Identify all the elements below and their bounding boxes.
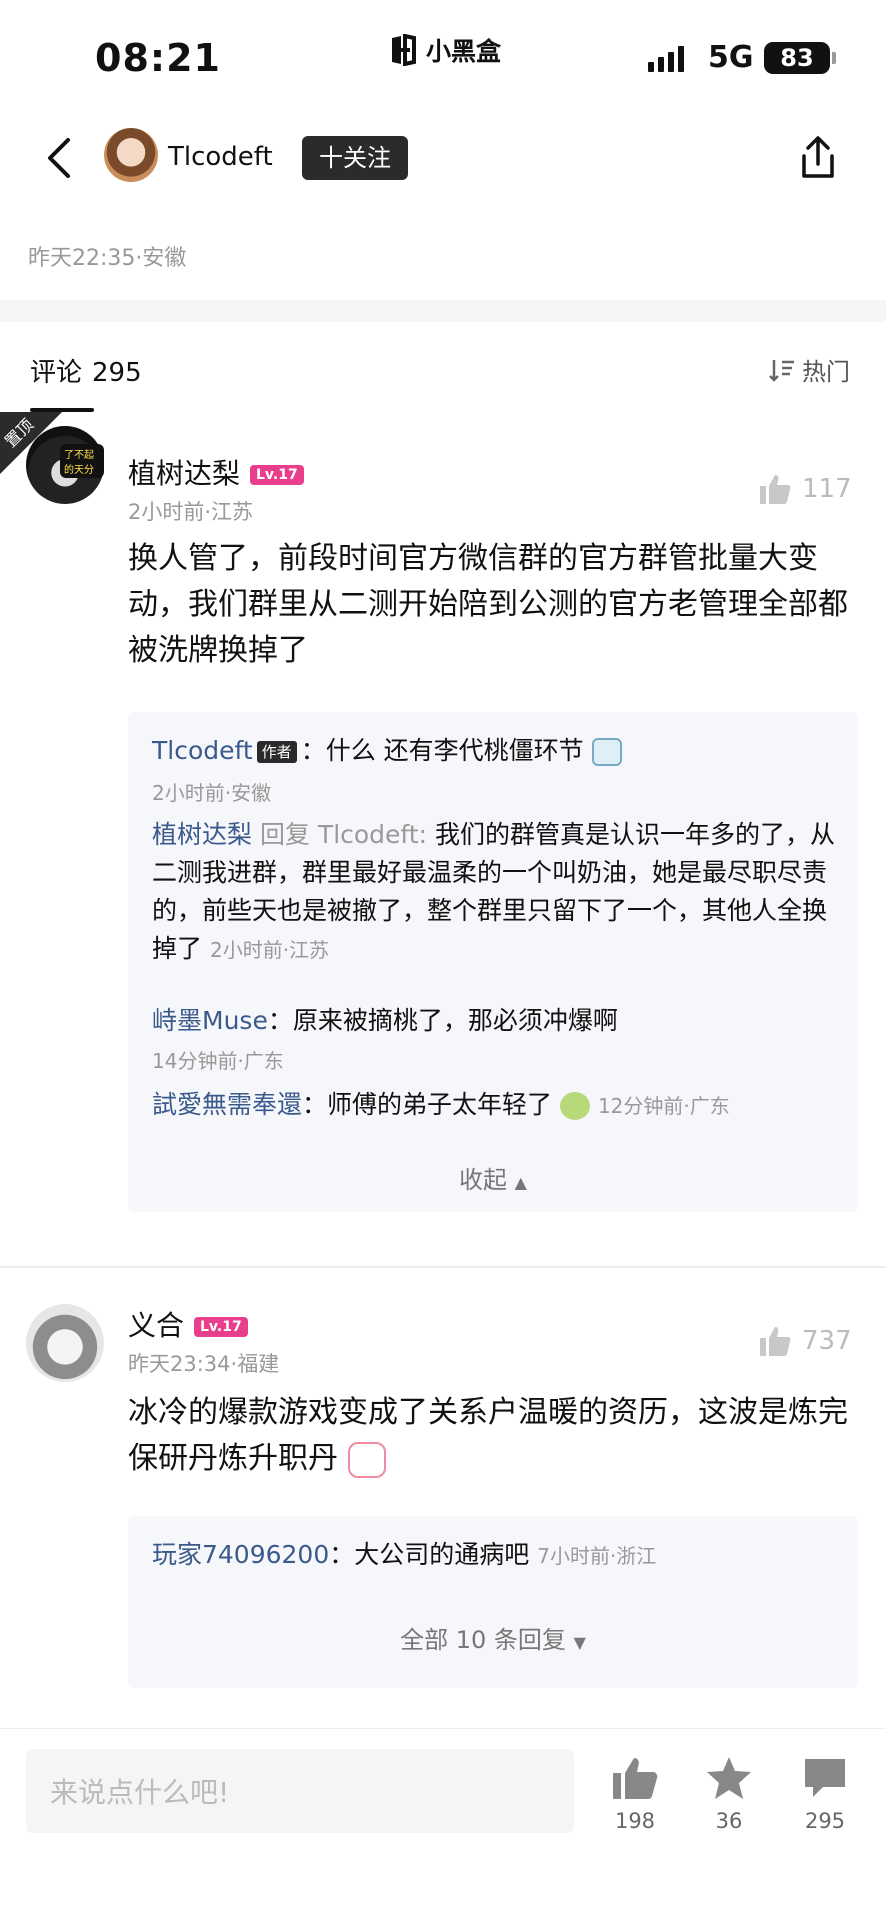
comment-button[interactable]: 295	[790, 1755, 860, 1833]
like-button[interactable]: 198	[600, 1755, 670, 1833]
follow-button[interactable]: 十关注	[302, 136, 408, 180]
comment-bubble-icon	[805, 1759, 845, 1797]
comment-body: 冰冷的爆款游戏变成了关系户温暖的资历，这波是炼完保研丹炼升职丹	[128, 1390, 858, 1482]
comment-body-text: 冰冷的爆款游戏变成了关系户温暖的资历，这波是炼完保研丹炼升职丹	[128, 1395, 848, 1476]
level-badge: Lv.17	[250, 465, 304, 485]
comment-meta: 2小时前·江苏	[128, 500, 254, 524]
author-avatar[interactable]	[104, 128, 158, 182]
reply-item[interactable]: 玩家74096200：大公司的通病吧 7小时前·浙江	[152, 1536, 838, 1575]
reply-meta: 2小时前·江苏	[209, 938, 330, 962]
brand-name: 小黑盒	[426, 37, 502, 66]
comment-item: 义合 Lv.17 昨天23:34·福建 737 冰冷的爆款游戏变成了关系户温暖的资…	[0, 1290, 886, 1710]
comments-count: 295	[92, 358, 142, 388]
reply-author[interactable]: 植树达梨	[152, 820, 252, 849]
comment-item: 置顶 了不起的天分 植树达梨 Lv.17 2小时前·江苏 117 换人管了，前段时…	[0, 412, 886, 1232]
comment-separator	[0, 1266, 886, 1268]
comment-input[interactable]: 来说点什么吧!	[26, 1749, 574, 1833]
reply-item[interactable]: 峙墨Muse：原来被摘桃了，那必须冲爆啊	[152, 1002, 838, 1040]
thumb-up-icon	[760, 475, 791, 504]
share-icon[interactable]	[796, 134, 840, 182]
more-replies-button[interactable]: 全部 10 条回复 ▼	[128, 1620, 858, 1655]
back-icon[interactable]	[40, 136, 80, 180]
emoji-icon	[347, 1441, 386, 1478]
reply-author[interactable]: Tlcodeft	[152, 736, 253, 765]
comments-title-label: 评论	[30, 358, 83, 388]
reply-box: 玩家74096200：大公司的通病吧 7小时前·浙江 全部 10 条回复 ▼	[128, 1516, 858, 1688]
brand-logo-icon	[392, 34, 416, 66]
reply-author[interactable]: 試愛無需奉還	[152, 1090, 302, 1119]
network-label: 5G	[708, 40, 754, 75]
status-bar: 08:21 小黑盒 5G 83	[0, 0, 886, 110]
comment-like-button[interactable]: 737	[758, 1324, 852, 1358]
comment-body: 换人管了，前段时间官方微信群的官方群管批量大变动，我们群里从二测开始陪到公测的官…	[128, 541, 848, 668]
reply-text: ：什么 还有李代桃僵环节	[300, 736, 584, 765]
sort-button[interactable]: 热门	[768, 352, 850, 387]
reply-meta: 2小时前·安徽	[152, 781, 272, 805]
reply-author[interactable]: 玩家74096200	[152, 1540, 329, 1569]
reply-item[interactable]: 植树达梨 回复 Tlcodeft: 我们的群管真是认识一年多的了，从二测我进群，…	[152, 816, 838, 969]
reply-meta: 14分钟前·广东	[152, 1049, 284, 1073]
collapse-label: 收起	[459, 1166, 508, 1194]
reply-box: Tlcodeft 作者 ：什么 还有李代桃僵环节 2小时前·安徽 植树达梨 回复 T…	[128, 712, 858, 1212]
author-tag: 作者	[256, 741, 297, 763]
comment-meta: 昨天23:34·福建	[128, 1352, 280, 1376]
level-badge: Lv.17	[194, 1317, 248, 1337]
emoji-icon	[591, 738, 622, 766]
avatar-tag: 了不起的天分	[60, 444, 104, 478]
bottom-bar: 来说点什么吧! 198 36 295	[0, 1728, 886, 1920]
author-name[interactable]: Tlcodeft	[168, 142, 273, 172]
more-replies-label: 全部 10 条回复	[400, 1626, 566, 1654]
collapse-button[interactable]: 收起 ▲	[128, 1160, 858, 1195]
post-header: Tlcodeft 十关注	[0, 118, 886, 200]
reply-text: ：大公司的通病吧	[329, 1540, 530, 1569]
star-count: 36	[715, 1809, 743, 1833]
signal-icon	[648, 46, 684, 72]
reply-target[interactable]: Tlcodeft:	[318, 820, 427, 849]
comments-title[interactable]: 评论 295	[30, 352, 142, 389]
status-time: 08:21	[95, 36, 221, 80]
comment-count: 295	[804, 1809, 846, 1833]
reply-meta: 7小时前·浙江	[537, 1544, 657, 1568]
emoji-icon	[559, 1092, 590, 1120]
commenter-avatar[interactable]	[26, 1304, 104, 1382]
commenter-name-text: 义合	[128, 1309, 185, 1342]
reply-item[interactable]: Tlcodeft 作者 ：什么 还有李代桃僵环节	[152, 732, 838, 770]
caret-up-icon: ▲	[514, 1173, 527, 1192]
caret-down-icon: ▼	[573, 1633, 586, 1652]
post-meta: 昨天22:35·安徽	[28, 246, 187, 271]
reply-text: ：师傅的弟子太年轻了	[302, 1090, 553, 1119]
like-count: 737	[802, 1326, 852, 1356]
thumb-up-icon	[613, 1758, 658, 1799]
commenter-avatar[interactable]: 了不起的天分	[26, 426, 104, 504]
like-count: 198	[614, 1809, 656, 1833]
reply-item[interactable]: 試愛無需奉還：师傅的弟子太年轻了 12分钟前·广东	[152, 1086, 838, 1125]
comments-header: 评论 295 热门	[0, 322, 886, 412]
brand: 小黑盒	[388, 32, 501, 68]
commenter-name[interactable]: 植树达梨 Lv.17	[128, 452, 304, 492]
sort-icon	[769, 359, 794, 382]
commenter-name[interactable]: 义合 Lv.17	[128, 1304, 248, 1344]
battery-tip	[832, 52, 836, 64]
battery-icon: 83	[764, 42, 830, 74]
like-count: 117	[802, 474, 852, 504]
reply-meta: 12分钟前·广东	[597, 1094, 730, 1118]
star-icon	[707, 1757, 751, 1799]
thumb-up-icon	[760, 1327, 791, 1356]
section-divider	[0, 300, 886, 322]
comment-like-button[interactable]: 117	[758, 472, 852, 506]
reply-word: 回复	[252, 820, 318, 849]
reply-text: ：原来被摘桃了，那必须冲爆啊	[267, 1006, 618, 1035]
sort-label: 热门	[802, 358, 850, 386]
reply-author[interactable]: 峙墨Muse	[152, 1006, 268, 1035]
favorite-button[interactable]: 36	[694, 1755, 764, 1833]
commenter-name-text: 植树达梨	[128, 457, 241, 490]
